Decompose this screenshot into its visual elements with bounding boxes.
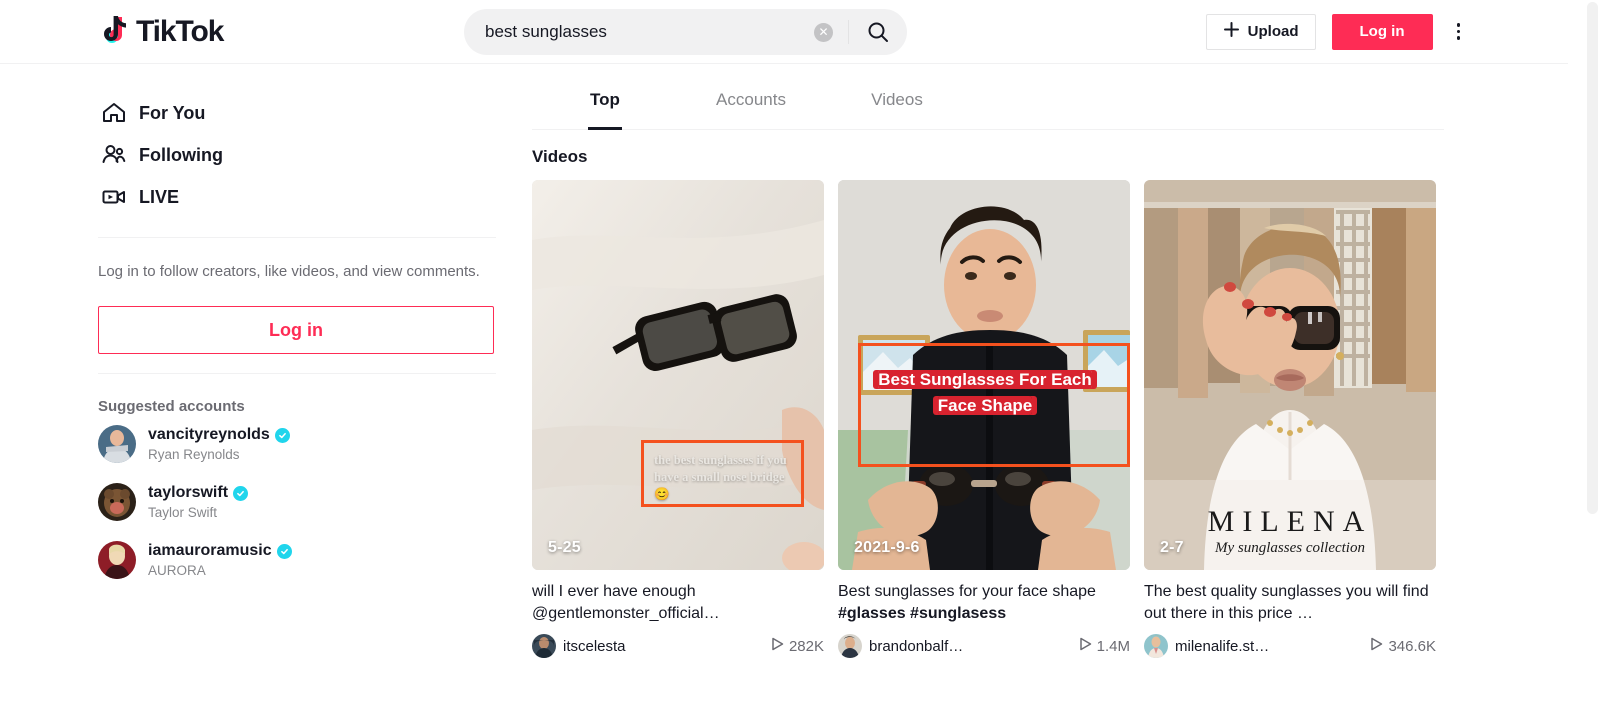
- video-thumbnail[interactable]: Best Sunglasses For Each Face Shape 2021…: [838, 180, 1130, 570]
- author-avatar[interactable]: [532, 634, 556, 658]
- account-text: vancityreynolds Ryan Reynolds: [148, 425, 290, 463]
- plus-icon: [1223, 21, 1240, 42]
- sidebar-item-live[interactable]: LIVE: [98, 176, 496, 218]
- results-tabs: Top Accounts Videos: [532, 80, 1444, 130]
- search-input[interactable]: [464, 22, 814, 42]
- search-icon[interactable]: [849, 9, 907, 55]
- video-date: 5-25: [548, 539, 581, 556]
- view-count: 1.4M: [1079, 637, 1130, 655]
- more-options-icon[interactable]: [1449, 17, 1469, 46]
- play-icon: [771, 637, 784, 655]
- account-username-row: vancityreynolds: [148, 425, 290, 444]
- video-date: 2021-9-6: [854, 539, 920, 556]
- account-text: taylorswift Taylor Swift: [148, 483, 249, 521]
- live-icon: [98, 181, 130, 213]
- video-meta: brandonbalf… 1.4M: [838, 634, 1130, 658]
- video-card[interactable]: Best Sunglasses For Each Face Shape 2021…: [838, 180, 1130, 658]
- avatar: [98, 541, 136, 580]
- sidebar-item-for-you[interactable]: For You: [98, 92, 496, 134]
- account-username: iamauroramusic: [148, 542, 272, 560]
- verified-badge-icon: [274, 427, 290, 443]
- video-grid: the best sunglasses if you have a small …: [532, 180, 1444, 658]
- scrollbar-thumb[interactable]: [1587, 2, 1598, 514]
- account-username-row: taylorswift: [148, 483, 249, 502]
- search-bar[interactable]: ✕: [464, 9, 907, 55]
- page-scrollbar[interactable]: [1585, 0, 1600, 710]
- clear-search-icon[interactable]: ✕: [814, 22, 833, 42]
- account-username-row: iamauroramusic: [148, 541, 292, 560]
- video-overlay-title: MILENA: [1207, 505, 1373, 538]
- music-note-icon: [100, 15, 130, 49]
- video-caption: Best sunglasses for your face shape #gla…: [838, 581, 1130, 625]
- suggested-account-item[interactable]: vancityreynolds Ryan Reynolds: [98, 415, 496, 473]
- view-count: 282K: [771, 637, 824, 655]
- tab-accounts[interactable]: Accounts: [678, 80, 824, 129]
- sidebar-divider-2: [98, 373, 496, 375]
- video-date: 2-7: [1160, 539, 1184, 556]
- video-thumbnail[interactable]: the best sunglasses if you have a small …: [532, 180, 824, 570]
- author-avatar[interactable]: [838, 634, 862, 658]
- sidebar-label: Following: [139, 144, 223, 165]
- suggested-accounts-title: Suggested accounts: [98, 398, 245, 416]
- view-count-value: 1.4M: [1096, 637, 1130, 655]
- tab-videos[interactable]: Videos: [824, 80, 970, 129]
- video-caption: will I ever have enough @gentlemonster_o…: [532, 583, 720, 622]
- video-overlay-text: Best Sunglasses For Each Face Shape: [878, 370, 1092, 415]
- verified-badge-icon: [233, 485, 249, 501]
- home-icon: [98, 97, 130, 129]
- sidebar-label: For You: [139, 102, 206, 123]
- account-username: taylorswift: [148, 484, 229, 502]
- sidebar-label: LIVE: [139, 186, 180, 207]
- account-username: vancityreynolds: [148, 426, 270, 444]
- author-avatar[interactable]: [1144, 634, 1168, 658]
- caption-plain: Best sunglasses for your face shape: [838, 583, 1096, 600]
- account-fullname: AURORA: [148, 562, 206, 578]
- header-login-button[interactable]: Log in: [1331, 13, 1433, 50]
- play-icon: [1370, 637, 1383, 655]
- tab-top[interactable]: Top: [532, 80, 678, 129]
- account-fullname: Taylor Swift: [148, 504, 218, 520]
- search-results: Top Accounts Videos Videos the best sung…: [532, 80, 1444, 658]
- video-thumbnail[interactable]: MILENA My sunglasses collection 2-7: [1144, 180, 1436, 570]
- login-prompt-text: Log in to follow creators, like videos, …: [98, 263, 480, 280]
- sidebar-divider-1: [98, 237, 496, 238]
- tiktok-logo[interactable]: TikTok: [100, 14, 224, 49]
- suggested-account-item[interactable]: taylorswift Taylor Swift: [98, 473, 496, 531]
- video-card[interactable]: the best sunglasses if you have a small …: [532, 180, 824, 658]
- video-card[interactable]: MILENA My sunglasses collection 2-7 The …: [1144, 180, 1436, 658]
- video-meta: itscelesta 282K: [532, 634, 824, 658]
- author-name[interactable]: itscelesta: [563, 638, 764, 655]
- caption-hashtags[interactable]: #glasses #sunglasess: [838, 605, 1006, 622]
- video-overlay-subtext: My sunglasses collection: [1215, 540, 1365, 556]
- view-count-value: 346.6K: [1388, 637, 1436, 655]
- account-text: iamauroramusic AURORA: [148, 541, 292, 579]
- video-meta: milenalife.st… 346.6K: [1144, 634, 1436, 658]
- left-sidebar: For You Following LIVE Log in to follow …: [98, 92, 496, 589]
- section-title-videos: Videos: [532, 147, 588, 166]
- suggested-account-item[interactable]: iamauroramusic AURORA: [98, 531, 496, 589]
- upload-label: Upload: [1247, 23, 1299, 40]
- people-icon: [98, 139, 130, 171]
- logo-wordmark: TikTok: [136, 14, 224, 48]
- verified-badge-icon: [276, 543, 292, 559]
- video-overlay-text: the best sunglasses if you have a small …: [654, 453, 787, 501]
- upload-button[interactable]: Upload: [1205, 13, 1316, 50]
- sidebar-login-button[interactable]: Log in: [98, 306, 494, 355]
- video-caption: The best quality sunglasses you will fin…: [1144, 583, 1429, 622]
- top-header: TikTok ✕ Upload Log in: [0, 0, 1568, 64]
- sidebar-item-following[interactable]: Following: [98, 134, 496, 176]
- view-count-value: 282K: [788, 637, 824, 655]
- avatar: [98, 483, 136, 522]
- view-count: 346.6K: [1370, 637, 1436, 655]
- author-name[interactable]: brandonbalf…: [869, 638, 1072, 655]
- header-actions: Upload Log in: [1205, 13, 1469, 50]
- author-name[interactable]: milenalife.st…: [1175, 638, 1363, 655]
- account-fullname: Ryan Reynolds: [148, 446, 240, 462]
- avatar: [98, 425, 136, 464]
- play-icon: [1079, 637, 1092, 655]
